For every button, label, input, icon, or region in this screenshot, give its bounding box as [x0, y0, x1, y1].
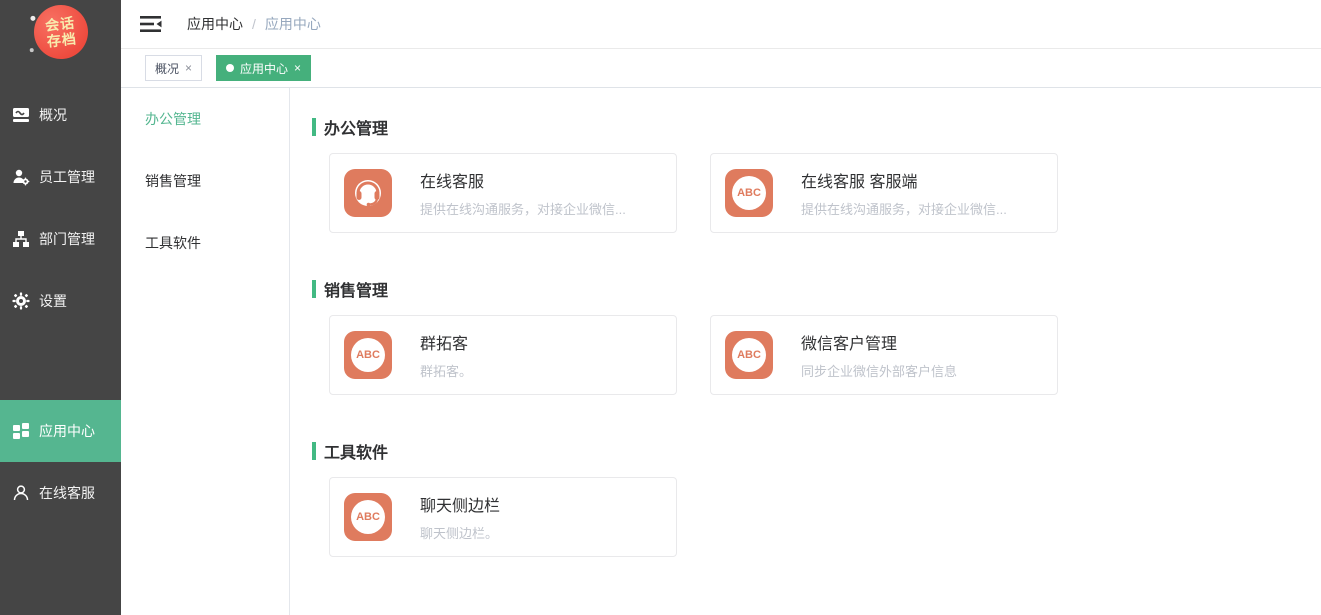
app-card-desc: 聊天侧边栏。: [420, 523, 500, 542]
app-card-text: 微信客户管理 同步企业微信外部客户信息: [801, 330, 969, 380]
app-card-title: 微信客户管理: [801, 330, 957, 354]
abc-app-icon: ABC: [725, 169, 773, 217]
active-tab-dot: [226, 64, 234, 72]
top-bar: 应用中心 / 应用中心: [121, 0, 1321, 49]
app-card-online-service-agent[interactable]: ABC 在线客服 客服端 提供在线沟通服务，对接企业微信...: [710, 153, 1058, 233]
tab-app-center[interactable]: 应用中心 ×: [216, 55, 311, 81]
close-icon[interactable]: ×: [185, 62, 192, 74]
section-accent-bar: [312, 118, 316, 136]
app-root: 会话存档 概况 员工管理 部门管理: [0, 0, 1321, 615]
card-row: 在线客服 提供在线沟通服务，对接企业微信... ABC 在线客服 客服端 提供在…: [329, 153, 1301, 233]
sidebar-item-label: 在线客服: [39, 483, 95, 503]
section-accent-bar: [312, 280, 316, 298]
app-card-desc: 群拓客。: [420, 361, 472, 380]
app-card-text: 聊天侧边栏 聊天侧边栏。: [420, 492, 512, 542]
logo-sparkle-dot: [30, 16, 35, 21]
sidebar-item-label: 部门管理: [39, 229, 95, 249]
sidebar-item-label: 概况: [39, 105, 67, 125]
section-title: 办公管理: [312, 118, 1301, 136]
app-list: 办公管理 在线客服 提供在线沟通服务，对接企业微信...: [290, 88, 1321, 615]
section-title: 销售管理: [312, 280, 1301, 298]
close-icon[interactable]: ×: [294, 62, 301, 74]
breadcrumb-item[interactable]: 应用中心: [187, 14, 243, 34]
sidebar-item-settings[interactable]: 设置: [0, 270, 121, 332]
app-card-text: 群拓客 群拓客。: [420, 330, 484, 380]
category-sidebar: 办公管理 销售管理 工具软件: [121, 88, 290, 615]
sidebar-nav: 概况 员工管理 部门管理 设置: [0, 84, 121, 524]
content-area: 办公管理 销售管理 工具软件 办公管理: [121, 88, 1321, 615]
category-item-tools[interactable]: 工具软件: [121, 212, 289, 274]
breadcrumb-separator: /: [252, 16, 256, 32]
breadcrumb-item-current: 应用中心: [265, 14, 321, 34]
card-row: ABC 聊天侧边栏 聊天侧边栏。: [329, 477, 1301, 557]
sidebar-spacer: [0, 332, 121, 400]
category-item-sales[interactable]: 销售管理: [121, 150, 289, 212]
section-title: 工具软件: [312, 442, 1301, 460]
employee-icon: [12, 168, 30, 186]
logo-sparkle-dot: [29, 48, 33, 52]
app-card-text: 在线客服 提供在线沟通服务，对接企业微信...: [420, 168, 638, 218]
app-card-title: 群拓客: [420, 330, 472, 354]
abc-app-icon: ABC: [344, 493, 392, 541]
app-card-desc: 同步企业微信外部客户信息: [801, 361, 957, 380]
logo-text: 会话存档: [44, 15, 77, 50]
app-card-chat-sidebar[interactable]: ABC 聊天侧边栏 聊天侧边栏。: [329, 477, 677, 557]
app-card-text: 在线客服 客服端 提供在线沟通服务，对接企业微信...: [801, 168, 1019, 218]
app-card-group-acquisition[interactable]: ABC 群拓客 群拓客。: [329, 315, 677, 395]
app-card-wechat-customers[interactable]: ABC 微信客户管理 同步企业微信外部客户信息: [710, 315, 1058, 395]
department-icon: [12, 230, 30, 248]
sidebar-item-departments[interactable]: 部门管理: [0, 208, 121, 270]
section-accent-bar: [312, 442, 316, 460]
app-card-online-service[interactable]: 在线客服 提供在线沟通服务，对接企业微信...: [329, 153, 677, 233]
main-sidebar: 会话存档 概况 员工管理 部门管理: [0, 0, 121, 615]
abc-app-icon: ABC: [725, 331, 773, 379]
sidebar-item-label: 设置: [39, 291, 67, 311]
chart-icon: [12, 106, 30, 124]
category-item-office[interactable]: 办公管理: [121, 88, 289, 150]
collapse-sidebar-icon[interactable]: [140, 15, 162, 33]
tab-overview[interactable]: 概况 ×: [145, 55, 202, 81]
sidebar-item-label: 应用中心: [39, 421, 95, 441]
gear-icon: [12, 292, 30, 310]
sidebar-item-label: 员工管理: [39, 167, 95, 187]
card-row: ABC 群拓客 群拓客。 ABC 微信客: [329, 315, 1301, 395]
tab-label: 概况: [155, 60, 179, 77]
section-tools: 工具软件 ABC 聊天侧边栏 聊天侧边栏。: [312, 442, 1301, 557]
breadcrumb: 应用中心 / 应用中心: [187, 14, 321, 34]
main-column: 应用中心 / 应用中心 概况 × 应用中心 × 办公管理 销售管理 工具软件: [121, 0, 1321, 615]
headset-app-icon: [344, 169, 392, 217]
app-logo: 会话存档: [31, 2, 90, 61]
tags-view-bar: 概况 × 应用中心 ×: [121, 49, 1321, 88]
app-card-desc: 提供在线沟通服务，对接企业微信...: [420, 199, 626, 218]
app-card-desc: 提供在线沟通服务，对接企业微信...: [801, 199, 1007, 218]
apps-icon: [12, 422, 30, 440]
sidebar-item-overview[interactable]: 概况: [0, 84, 121, 146]
customer-service-icon: [12, 484, 30, 502]
sidebar-item-app-center[interactable]: 应用中心: [0, 400, 121, 462]
sidebar-item-online-service[interactable]: 在线客服: [0, 462, 121, 524]
abc-app-icon: ABC: [344, 331, 392, 379]
section-office: 办公管理 在线客服 提供在线沟通服务，对接企业微信...: [312, 118, 1301, 233]
app-card-title: 在线客服 客服端: [801, 168, 1007, 192]
app-card-title: 聊天侧边栏: [420, 492, 500, 516]
tab-label: 应用中心: [240, 60, 288, 77]
section-sales: 销售管理 ABC 群拓客 群拓客。: [312, 280, 1301, 395]
app-card-title: 在线客服: [420, 168, 626, 192]
sidebar-item-employees[interactable]: 员工管理: [0, 146, 121, 208]
